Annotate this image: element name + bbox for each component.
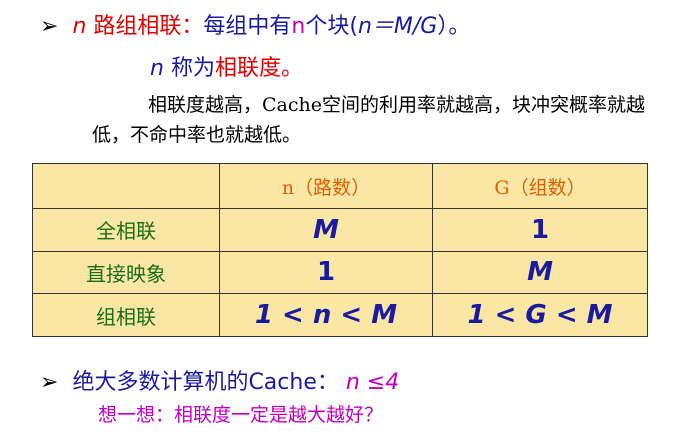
n-variable: n <box>72 14 87 39</box>
bullet-arrow-icon: ➢ <box>40 14 59 39</box>
associativity-term: 相联度。 <box>214 56 303 81</box>
majority-computers-text: 绝大多数计算机的Cache： <box>72 370 339 395</box>
bullet-line-1: ➢ n 路组相联：每组中有n个块(n＝M/G）。 <box>40 8 470 40</box>
explanation-text: 相联度越高，Cache空间的利用率就越高，块冲突概率就越低，不命中率也就越低。 <box>92 94 645 146</box>
sets-value: 1 <box>432 208 648 252</box>
think-question: 想一想：相联度一定是越大越好？ <box>98 404 384 426</box>
n-formula: n＝M/G <box>357 14 438 39</box>
table-row: 组相联 1 < n < M 1 < G < M <box>32 293 648 337</box>
n-variable-3: n <box>150 56 164 81</box>
ways-value: 1 <box>219 250 433 295</box>
bullet-line-2: ➢ 绝大多数计算机的Cache： n ≤4 <box>40 364 399 396</box>
n-limit-value: n ≤4 <box>345 370 400 395</box>
ways-value: 1 < n < M <box>219 293 433 337</box>
header-cell-sets: G（组数） <box>432 163 648 209</box>
bullet-arrow-icon: ➢ <box>40 370 59 395</box>
header-cell-empty <box>32 163 220 209</box>
table-header-row: n（路数） G（组数） <box>32 163 648 209</box>
row-label: 组相联 <box>32 293 220 337</box>
ways-value: M <box>219 208 433 252</box>
set-associative-title: 路组相联： <box>93 14 204 39</box>
sets-value: 1 < G < M <box>432 293 648 337</box>
block-unit-text: 个块( <box>305 14 358 39</box>
explanation-paragraph: 相联度越高，Cache空间的利用率就越高，块冲突概率就越低，不命中率也就越低。 <box>92 90 662 150</box>
table-row: 全相联 M 1 <box>32 208 648 252</box>
table-row: 直接映象 1 M <box>32 250 648 295</box>
blocks-per-set-text: 每组中有 <box>203 14 292 39</box>
row-label: 全相联 <box>32 208 220 252</box>
called-text: 称为 <box>170 56 215 81</box>
row-label: 直接映象 <box>32 250 220 295</box>
header-cell-ways: n（路数） <box>219 163 433 209</box>
n-variable-2: n <box>291 14 306 39</box>
sets-value: M <box>432 250 648 295</box>
formula-close: ）。 <box>437 14 471 39</box>
associativity-line: n 称为相联度。 <box>150 50 303 82</box>
mapping-comparison-table: n（路数） G（组数） 全相联 M 1 直接映象 1 M 组相联 1 < n <… <box>32 163 648 337</box>
